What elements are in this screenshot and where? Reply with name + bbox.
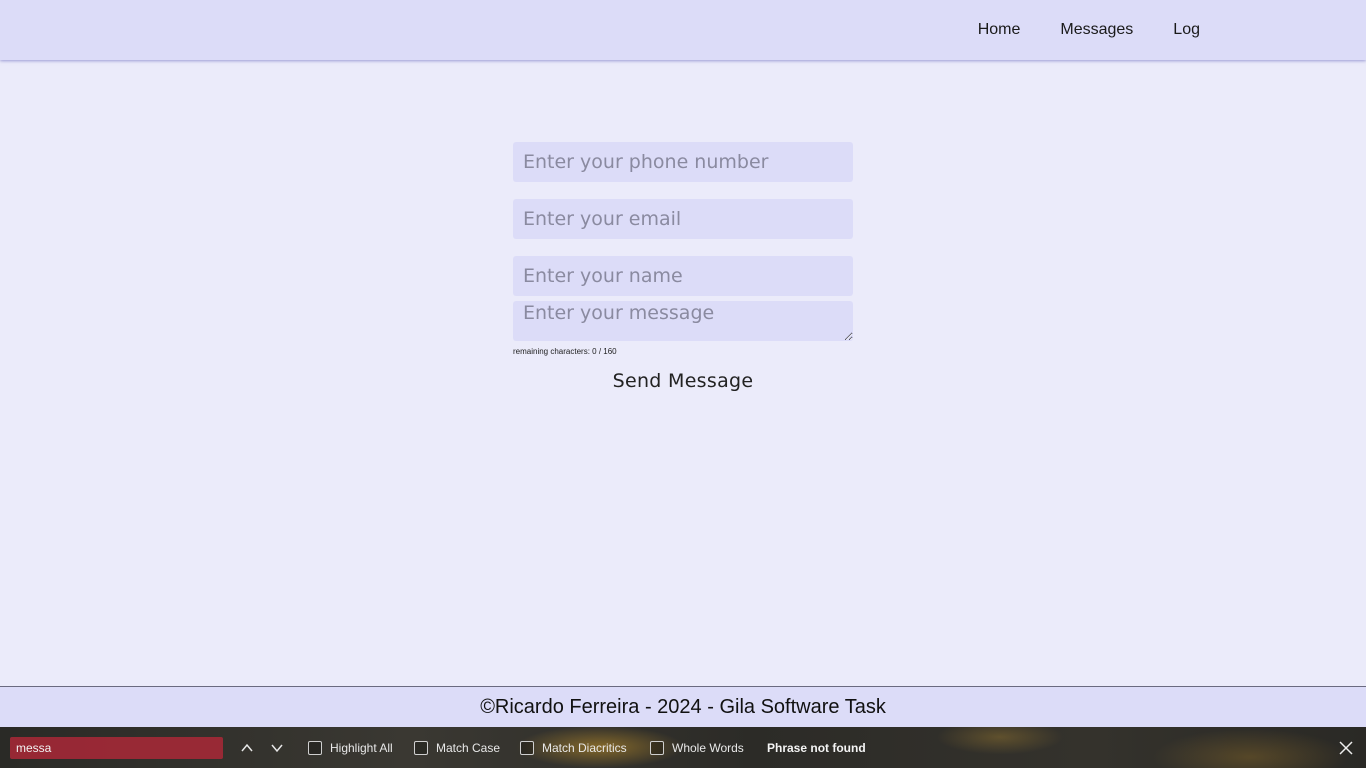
top-navbar: Home Messages Log [0,0,1366,60]
chevron-down-icon [271,744,283,753]
match-case-checkbox[interactable] [414,741,428,755]
match-diacritics-label: Match Diacritics [542,741,627,755]
phone-input[interactable] [513,142,853,182]
email-input[interactable] [513,199,853,239]
whole-words-option[interactable]: Whole Words [650,739,744,757]
match-diacritics-option[interactable]: Match Diacritics [520,739,627,757]
match-case-label: Match Case [436,741,501,755]
send-message-button[interactable]: Send Message [613,370,754,392]
close-find-bar-button[interactable] [1337,739,1355,757]
name-input[interactable] [513,256,853,296]
highlight-all-checkbox[interactable] [308,741,322,755]
find-status: Phrase not found [767,741,866,755]
highlight-all-label: Highlight All [330,741,393,755]
footer-text: ©Ricardo Ferreira - 2024 - Gila Software… [480,695,886,718]
nav-messages-link[interactable]: Messages [1060,21,1133,39]
whole-words-label: Whole Words [672,741,744,755]
remaining-characters-counter: remaining characters: 0 / 160 [513,347,617,356]
close-icon [1339,741,1353,755]
match-diacritics-checkbox[interactable] [520,741,534,755]
whole-words-checkbox[interactable] [650,741,664,755]
page-footer: ©Ricardo Ferreira - 2024 - Gila Software… [0,686,1366,727]
find-next-button[interactable] [266,737,288,759]
find-input[interactable] [10,737,223,759]
find-bar: Highlight All Match Case Match Diacritic… [0,727,1366,768]
nav-home-link[interactable]: Home [978,21,1021,39]
message-textarea[interactable] [513,301,853,341]
message-form: remaining characters: 0 / 160 Send Messa… [513,142,853,392]
main-nav: Home Messages Log [978,0,1200,60]
highlight-all-option[interactable]: Highlight All [308,739,393,757]
match-case-option[interactable]: Match Case [414,739,500,757]
chevron-up-icon [241,743,253,752]
nav-log-link[interactable]: Log [1173,21,1200,39]
find-previous-button[interactable] [236,737,258,759]
